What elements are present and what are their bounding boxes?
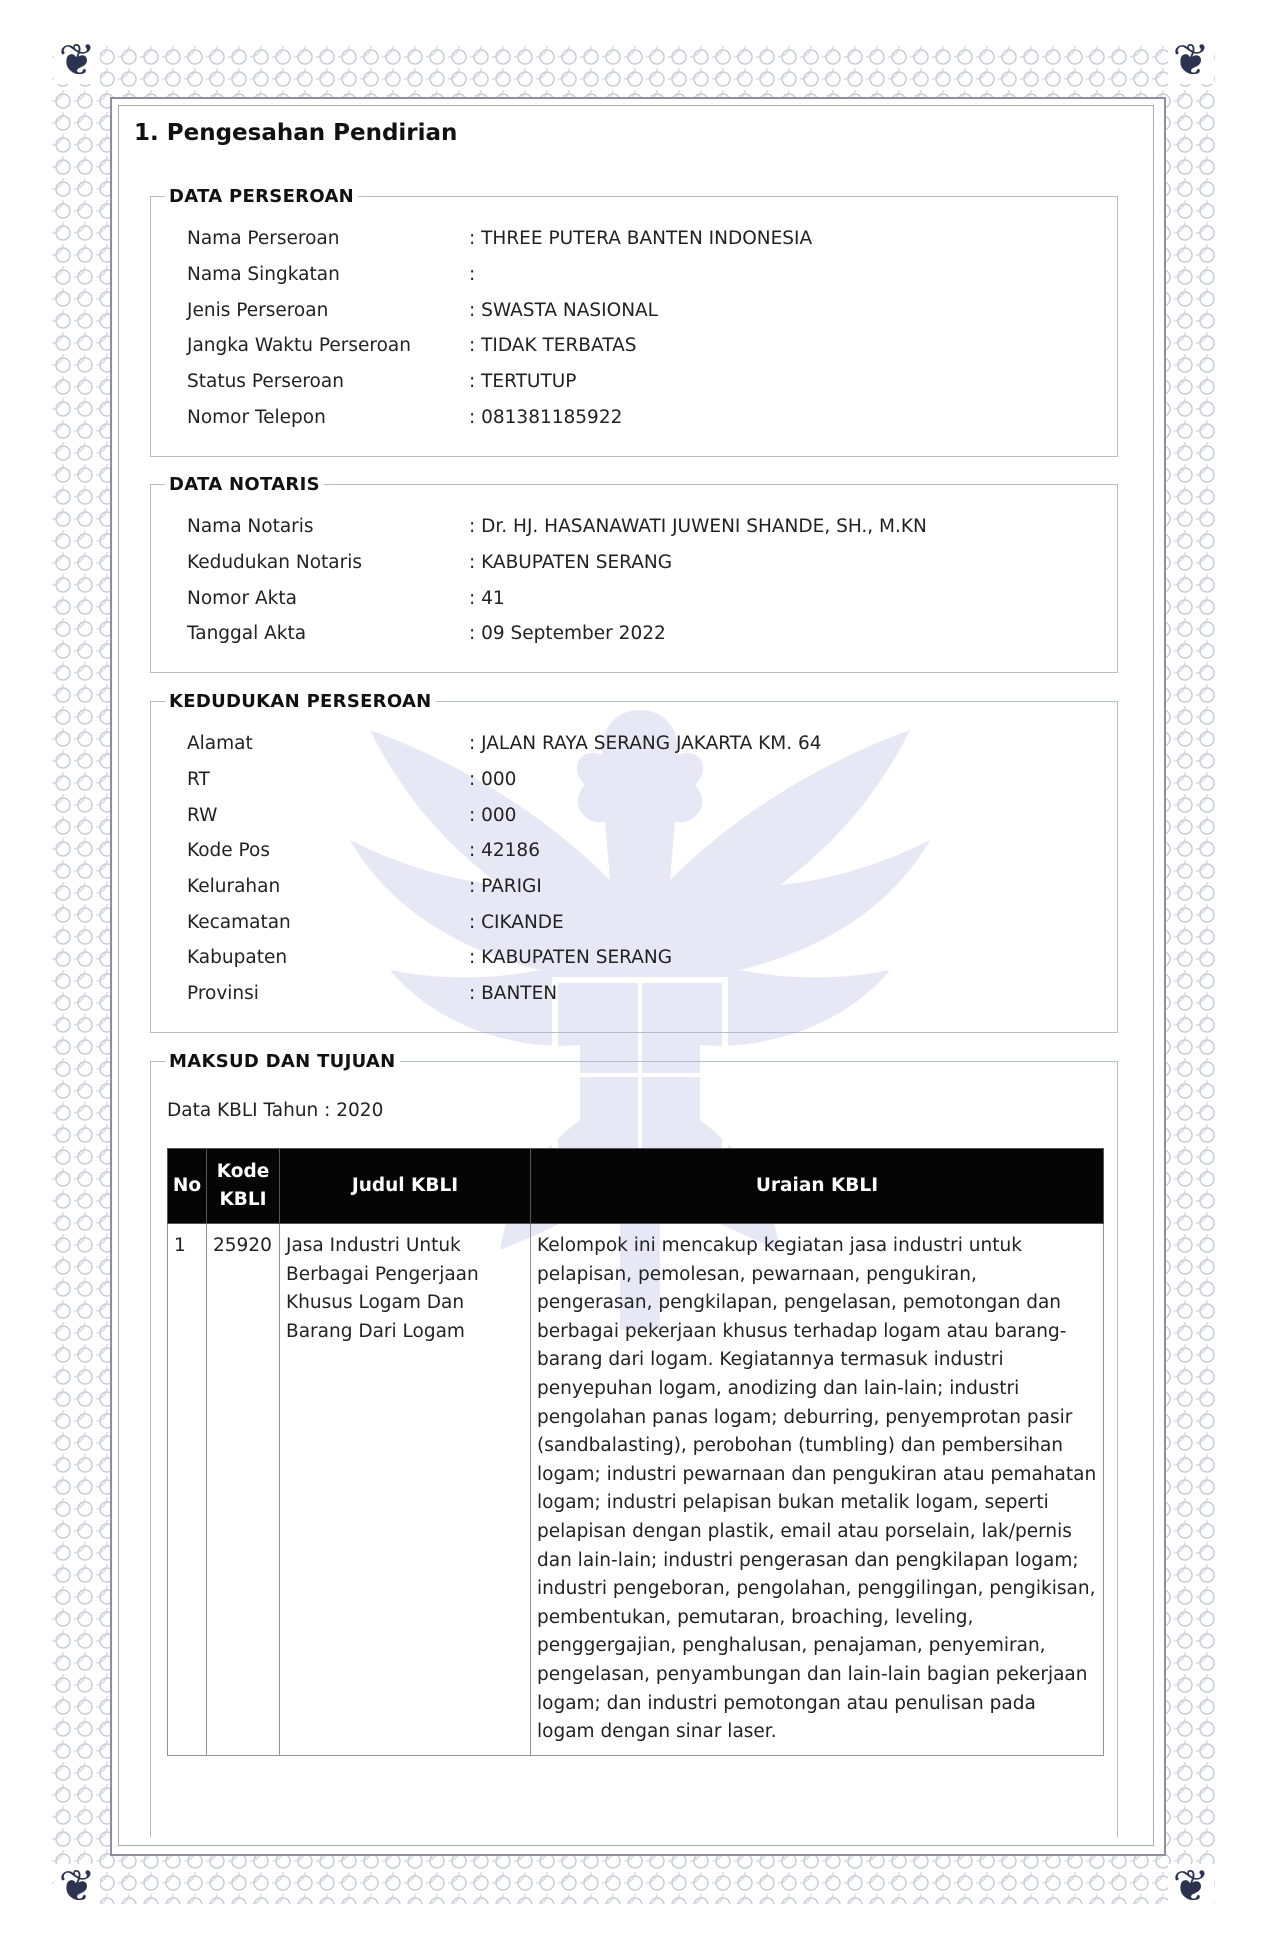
section-legend: MAKSUD DAN TUJUAN	[169, 1051, 396, 1072]
column-header-no: No	[167, 1148, 207, 1224]
field-label: Kelurahan	[187, 876, 281, 898]
cell-uraian: Kelompok ini mencakup kegiatan jasa indu…	[530, 1223, 1104, 1756]
field-value: : 000	[469, 769, 517, 791]
info-row: Nomor Telepon : 081381185922	[187, 399, 1117, 435]
column-header-uraian: Uraian KBLI	[530, 1148, 1104, 1224]
field-value: : JALAN RAYA SERANG JAKARTA KM. 64	[469, 733, 822, 755]
field-label: Jenis Perseroan	[187, 299, 329, 321]
field-value: : 000	[469, 804, 517, 826]
info-row: Kabupaten : KABUPATEN SERANG	[187, 940, 1117, 976]
field-label: Provinsi	[187, 983, 259, 1005]
field-value: : 081381185922	[469, 406, 623, 428]
field-value: : BANTEN	[469, 983, 558, 1005]
field-value: : 41	[469, 587, 505, 609]
info-row: RT : 000	[187, 762, 1117, 798]
kbli-table: No Kode KBLI Judul KBLI Uraian KBLI 1 25…	[167, 1148, 1104, 1756]
field-value: : 09 September 2022	[469, 623, 666, 645]
info-row: Jenis Perseroan : SWASTA NASIONAL	[187, 292, 1117, 328]
cell-no: 1	[167, 1223, 207, 1756]
info-row: Kedudukan Notaris : KABUPATEN SERANG	[187, 545, 1117, 581]
field-label: Nama Notaris	[187, 516, 314, 538]
field-label: Alamat	[187, 733, 253, 755]
field-value: : TERTUTUP	[469, 371, 577, 393]
field-value: : TIDAK TERBATAS	[469, 335, 637, 357]
field-value: : 42186	[469, 840, 540, 862]
info-row: RW : 000	[187, 797, 1117, 833]
section-legend: KEDUDUKAN PERSEROAN	[169, 691, 432, 712]
field-label: Kabupaten	[187, 947, 288, 969]
section-kedudukan-perseroan: KEDUDUKAN PERSEROAN Alamat : JALAN RAYA S…	[150, 691, 1118, 1033]
field-value: : THREE PUTERA BANTEN INDONESIA	[469, 228, 813, 250]
field-value: : KABUPATEN SERANG	[469, 552, 673, 574]
section-legend: DATA NOTARIS	[169, 474, 320, 495]
kbli-year-label: Data KBLI Tahun : 2020	[167, 1100, 384, 1121]
table-row: 1 25920 Jasa Industri Untuk Berbagai Pen…	[167, 1223, 1104, 1756]
field-label: RT	[187, 769, 210, 791]
field-value: : PARIGI	[469, 876, 542, 898]
section-data-perseroan: DATA PERSEROAN Nama Perseroan : THREE PUT…	[150, 186, 1118, 457]
field-label: Status Perseroan	[187, 371, 344, 393]
field-label: Nama Perseroan	[187, 228, 340, 250]
info-row: Kecamatan : CIKANDE	[187, 904, 1117, 940]
cell-judul: Jasa Industri Untuk Berbagai Pengerjaan …	[279, 1223, 531, 1756]
info-row: Kelurahan : PARIGI	[187, 869, 1117, 905]
section-legend: DATA PERSEROAN	[169, 186, 355, 207]
info-row: Jangka Waktu Perseroan : TIDAK TERBATAS	[187, 328, 1117, 364]
field-label: Nomor Akta	[187, 587, 297, 609]
info-row: Status Perseroan : TERTUTUP	[187, 364, 1117, 400]
table-header-row: No Kode KBLI Judul KBLI Uraian KBLI	[167, 1148, 1104, 1224]
column-header-judul: Judul KBLI	[279, 1148, 531, 1224]
section-maksud-tujuan: MAKSUD DAN TUJUAN Data KBLI Tahun : 2020…	[150, 1051, 1118, 1837]
field-value: : Dr. HJ. HASANAWATI JUWENI SHANDE, SH.,…	[469, 516, 927, 538]
field-value: :	[469, 264, 476, 286]
field-value: : CIKANDE	[469, 911, 564, 933]
field-value: : KABUPATEN SERANG	[469, 947, 673, 969]
cell-kode: 25920	[206, 1223, 280, 1756]
field-label: RW	[187, 804, 218, 826]
field-value: : SWASTA NASIONAL	[469, 299, 658, 321]
info-row: Nama Perseroan : THREE PUTERA BANTEN INDO…	[187, 221, 1117, 257]
field-label: Kecamatan	[187, 911, 291, 933]
info-row: Nama Singkatan:	[187, 257, 1117, 293]
info-row: Nomor Akta : 41	[187, 580, 1117, 616]
field-label: Nama Singkatan	[187, 264, 340, 286]
info-row: Kode Pos : 42186	[187, 833, 1117, 869]
info-row: Provinsi : BANTEN	[187, 976, 1117, 1012]
info-row: Alamat : JALAN RAYA SERANG JAKARTA KM. 64	[187, 726, 1117, 762]
field-label: Kedudukan Notaris	[187, 552, 362, 574]
field-label: Kode Pos	[187, 840, 270, 862]
page-title: 1. Pengesahan Pendirian	[134, 120, 458, 146]
field-label: Jangka Waktu Perseroan	[187, 335, 411, 357]
column-header-kode: Kode KBLI	[206, 1148, 280, 1224]
field-label: Tanggal Akta	[187, 623, 307, 645]
field-label: Nomor Telepon	[187, 406, 326, 428]
info-row: Nama Notaris : Dr. HJ. HASANAWATI JUWENI …	[187, 509, 1117, 545]
section-data-notaris: DATA NOTARIS Nama Notaris : Dr. HJ. HASAN…	[150, 474, 1118, 673]
info-row: Tanggal Akta : 09 September 2022	[187, 616, 1117, 652]
